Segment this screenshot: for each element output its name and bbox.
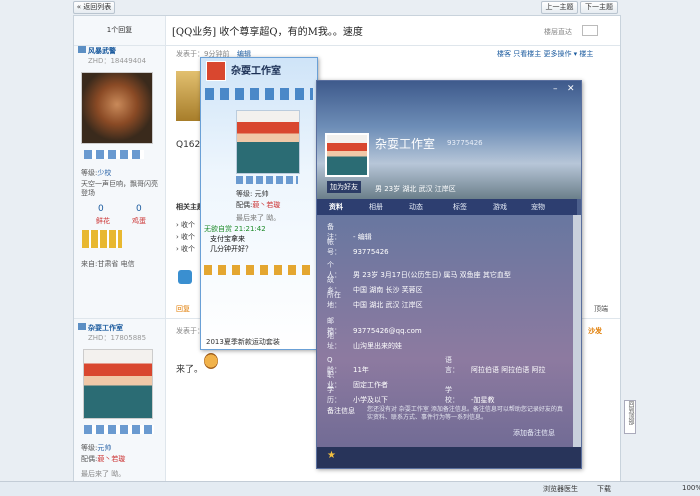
- username-1[interactable]: 风暴武警: [88, 46, 116, 56]
- related-item[interactable]: › 收个: [176, 232, 195, 242]
- note-text: 您还没有对 杂耍工作室 添加备注信息。备注信息可以帮助您记录好友的真实资料、联系…: [367, 406, 563, 421]
- tab-pets[interactable]: 宠物: [531, 202, 545, 212]
- medal-icons: [82, 230, 122, 248]
- from-label-1: 来自:甘肃省 电信: [81, 260, 135, 268]
- username-2[interactable]: 杂耍工作室: [88, 323, 123, 333]
- minimize-icon[interactable]: –: [553, 84, 558, 94]
- side-back-to-top[interactable]: 回到顶部: [624, 400, 636, 434]
- chat-message: 支付宝拿来: [210, 235, 245, 243]
- next-topic-button[interactable]: 下一主题: [580, 1, 618, 14]
- reply-count: 1个回复: [74, 16, 166, 45]
- action-icons-2[interactable]: [84, 425, 154, 434]
- chat-user-status: 最后来了 呦。: [236, 214, 281, 222]
- field-language: 语 言： 阿拉伯语 阿拉伯语 阿拉: [445, 356, 546, 374]
- user-icon: [78, 323, 86, 330]
- chat-icons[interactable]: [236, 176, 298, 184]
- tab-feed[interactable]: 动态: [409, 202, 423, 212]
- qq-chat-window[interactable]: 杂耍工作室 等级: 元帅 配偶:藐丶若璇 最后来了 呦。 无欲自赏 21:21:…: [200, 57, 318, 350]
- chat-title: 杂耍工作室: [231, 66, 281, 77]
- close-icon[interactable]: ✕: [567, 84, 575, 94]
- floor-label-2: 沙发: [588, 327, 602, 335]
- chat-input-toolbar[interactable]: [204, 265, 314, 275]
- flower-button[interactable]: 鲜花: [96, 216, 110, 226]
- back-to-top-link[interactable]: 顶端: [594, 304, 608, 314]
- tab-games[interactable]: 游戏: [493, 202, 507, 212]
- chat-message-header: 无欲自赏 21:21:42: [204, 225, 266, 233]
- chat-contact-photo: [236, 110, 300, 174]
- profile-basic: 男 23岁 湖北 武汉 江岸区: [375, 185, 456, 193]
- spouse-label-2: 配偶:藐丶若璇: [81, 455, 126, 463]
- flower-count: 0: [98, 204, 104, 214]
- download-button[interactable]: 下载: [597, 484, 611, 494]
- signature-1: 天空一声巨响，飘哥闪亮登场: [81, 180, 158, 197]
- user-icon: [78, 46, 86, 53]
- note-label: 备注信息: [327, 407, 355, 415]
- add-friend-button[interactable]: 加为好友: [327, 181, 361, 193]
- add-note-link[interactable]: 添加备注信息: [513, 428, 555, 438]
- qq-profile-window[interactable]: ✕ – 加为好友 杂耍工作室 93775426 男 23岁 湖北 武汉 江岸区 …: [316, 80, 582, 469]
- profile-name: 杂耍工作室: [375, 137, 436, 151]
- prev-topic-button[interactable]: 上一主题: [541, 1, 578, 14]
- tab-tags[interactable]: 标签: [453, 202, 467, 212]
- egg-count: 0: [136, 204, 142, 214]
- floor-jump-label[interactable]: 楼层直达: [544, 27, 572, 37]
- zid-1: ZHD：18449404: [88, 57, 147, 65]
- profile-tabs: 资料 相册 动态 标签 游戏 宠物: [317, 199, 577, 215]
- chat-toolbar[interactable]: [205, 88, 313, 100]
- floor-jump-input[interactable]: [582, 25, 598, 36]
- chat-avatar[interactable]: [206, 61, 226, 81]
- chat-user-level: 等级: 元帅: [236, 190, 269, 198]
- post-body-2: 来了。: [176, 365, 204, 375]
- zid-2: ZHD：17805885: [88, 334, 147, 342]
- avatar-1[interactable]: [81, 72, 153, 144]
- thread-title: [QQ业务] 收个尊享超Q，有的M我。。速度: [172, 27, 363, 38]
- field-account: 帐 号： 93775426: [327, 238, 389, 256]
- avatar-2[interactable]: [83, 349, 153, 419]
- profile-avatar[interactable]: [325, 133, 369, 177]
- profile-account: 93775426: [447, 139, 483, 147]
- status-2: 最后来了 呦。: [81, 470, 126, 478]
- star-icon[interactable]: ★: [327, 450, 336, 461]
- chat-ad[interactable]: 2013夏季新款运动套装: [206, 337, 280, 347]
- user-panel-2: 杂耍工作室 ZHD：17805885 等级:元帅 配偶:藐丶若璇 最后来了 呦。: [74, 319, 166, 487]
- browser-doctor-button[interactable]: 浏览器医生: [543, 484, 578, 494]
- chat-message: 几分钟开好？: [210, 245, 252, 253]
- level-label-1: 等级:少校: [81, 169, 112, 177]
- reply-button[interactable]: 回复: [176, 304, 190, 314]
- tab-info[interactable]: 资料: [329, 202, 343, 212]
- field-location: 所在地： 中国 湖北 武汉 江岸区: [327, 291, 423, 309]
- share-icon[interactable]: [178, 270, 192, 284]
- egg-button[interactable]: 鸡蛋: [132, 216, 146, 226]
- related-item[interactable]: › 收个: [176, 244, 195, 254]
- related-item[interactable]: › 收个: [176, 220, 195, 230]
- tab-album[interactable]: 相册: [369, 202, 383, 212]
- status-bar: 浏览器医生 下载 100%: [0, 481, 700, 496]
- field-education: 学 历： 小学及以下: [327, 386, 388, 404]
- field-address: 地 址： 山沟里出来的娃: [327, 332, 402, 350]
- emoticon: [204, 353, 218, 369]
- back-to-list-button[interactable]: « 返回列表: [73, 1, 115, 14]
- level-label-2: 等级:元帅: [81, 444, 112, 452]
- user-panel-1: 风暴武警 ZHD：18449404 等级:少校 天空一声巨响，飘哥闪亮登场 0 …: [74, 46, 166, 318]
- action-icons-1[interactable]: [84, 150, 144, 159]
- post-actions[interactable]: 楼客 只看楼主 更多操作 ▾ 楼主: [497, 49, 593, 59]
- zoom-level[interactable]: 100%: [682, 484, 700, 492]
- profile-scrollbar[interactable]: [573, 215, 581, 455]
- field-school: 学 校： -加星教: [445, 386, 495, 404]
- chat-user-spouse: 配偶:藐丶若璇: [236, 201, 281, 209]
- profile-footer: [317, 447, 581, 468]
